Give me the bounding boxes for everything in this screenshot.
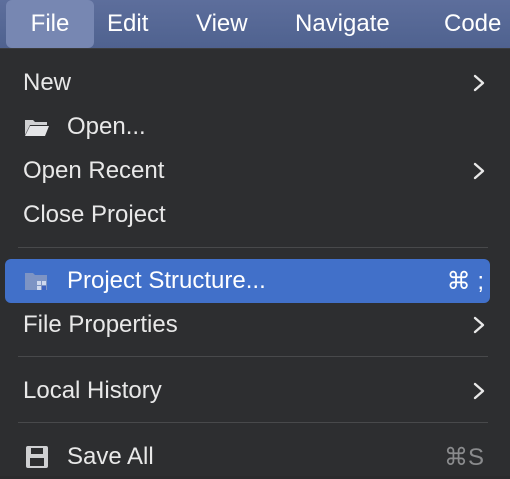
menubar-file-label: File bbox=[30, 10, 70, 37]
shortcut-label: ⌘ ; bbox=[446, 267, 484, 295]
menubar: File Edit View Navigate Code bbox=[0, 0, 510, 48]
menubar-navigate-label: Navigate bbox=[295, 10, 390, 37]
chevron-right-icon bbox=[473, 382, 485, 400]
menu-item-new-label: New bbox=[23, 69, 72, 96]
chevron-right-icon bbox=[473, 316, 485, 334]
menu-item-open-recent-label: Open Recent bbox=[23, 157, 165, 184]
shortcut-label: ⌘S bbox=[443, 443, 484, 471]
menu-item-local-history[interactable]: Local History bbox=[5, 369, 490, 413]
menu-item-project-structure[interactable]: Project Structure... ⌘ ; bbox=[5, 259, 490, 303]
menu-item-open-label: Open... bbox=[67, 113, 146, 140]
menu-item-file-properties[interactable]: File Properties bbox=[5, 303, 490, 347]
file-menu-dropdown: New Open... Open Recent Close Project Pr… bbox=[0, 48, 510, 476]
menubar-code-label: Code bbox=[444, 10, 502, 37]
menu-separator bbox=[18, 247, 488, 248]
menu-item-local-history-label: Local History bbox=[23, 377, 162, 404]
folder-open-icon bbox=[25, 120, 49, 136]
save-icon bbox=[26, 446, 48, 468]
menu-separator bbox=[18, 356, 488, 357]
project-structure-icon bbox=[25, 273, 47, 290]
menu-item-project-structure-label: Project Structure... bbox=[67, 267, 266, 294]
menu-item-new[interactable]: New bbox=[5, 61, 490, 105]
menubar-view[interactable]: View bbox=[196, 0, 248, 48]
menubar-navigate[interactable]: Navigate bbox=[295, 0, 390, 48]
menu-item-file-properties-label: File Properties bbox=[23, 311, 178, 338]
menu-item-save-all[interactable]: Save All ⌘S bbox=[5, 435, 490, 479]
menubar-file[interactable]: File bbox=[6, 0, 94, 48]
menubar-view-label: View bbox=[196, 10, 248, 37]
chevron-right-icon bbox=[473, 74, 485, 92]
menubar-code[interactable]: Code bbox=[444, 0, 501, 48]
menu-item-open[interactable]: Open... bbox=[5, 105, 490, 149]
menu-item-close-project[interactable]: Close Project bbox=[5, 193, 490, 237]
chevron-right-icon bbox=[473, 162, 485, 180]
menubar-edit-label: Edit bbox=[107, 10, 149, 37]
menu-item-open-recent[interactable]: Open Recent bbox=[5, 149, 490, 193]
menu-item-save-all-label: Save All bbox=[67, 443, 154, 470]
menu-item-close-project-label: Close Project bbox=[23, 201, 166, 228]
menubar-edit[interactable]: Edit bbox=[107, 0, 148, 48]
menu-separator bbox=[18, 422, 488, 423]
